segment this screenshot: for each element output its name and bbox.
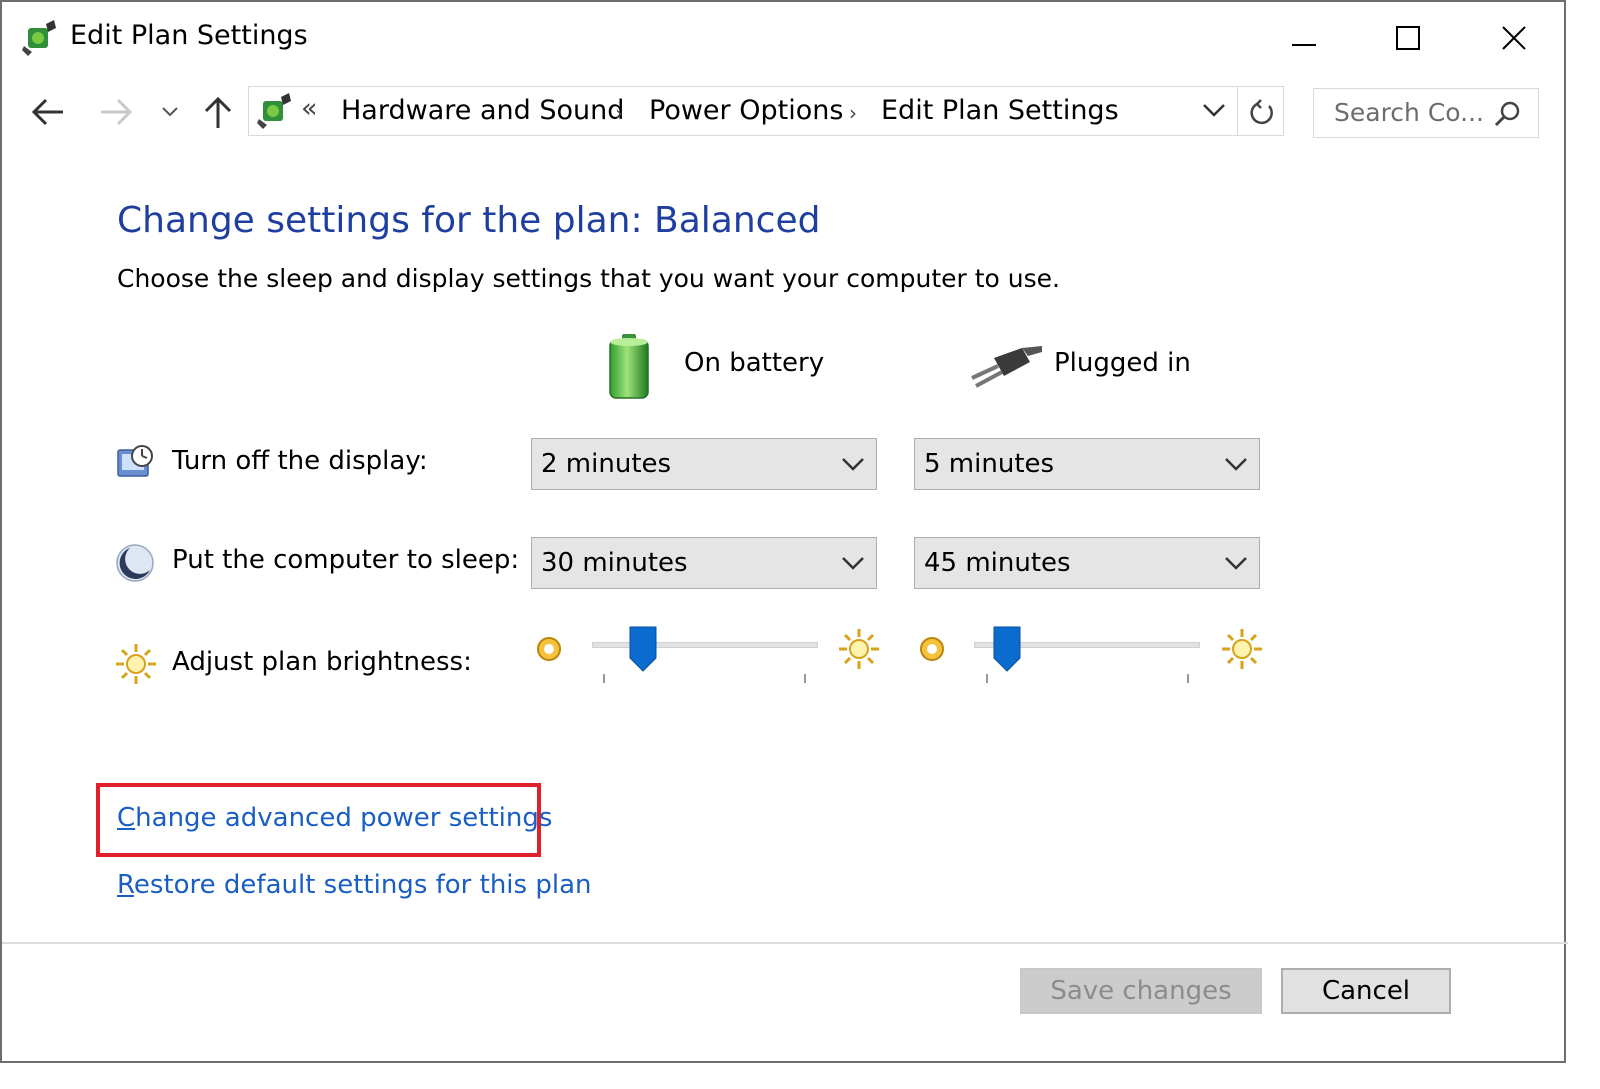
sleep-label: Put the computer to sleep: — [172, 545, 520, 575]
sleep-battery-select[interactable]: 30 minutes — [531, 537, 877, 589]
turn-off-display-label: Turn off the display: — [172, 446, 428, 476]
recent-locations-button[interactable] — [152, 90, 188, 134]
slider-track[interactable] — [592, 642, 818, 648]
chevron-down-icon — [1225, 557, 1247, 570]
sleep-battery-value: 30 minutes — [541, 548, 688, 578]
battery-icon — [606, 332, 654, 406]
sleep-plugged-value: 45 minutes — [924, 548, 1071, 578]
chevron-down-icon — [1225, 458, 1247, 471]
bright-sun-icon — [838, 628, 880, 674]
address-bar[interactable]: « Hardware and Sound › Power Options › E… — [248, 86, 1284, 136]
brightness-plugged-slider[interactable] — [974, 622, 1200, 688]
close-icon — [1502, 26, 1526, 50]
minimize-icon — [1292, 44, 1316, 46]
page-description: Choose the sleep and display settings th… — [117, 264, 1060, 293]
arrow-right-icon — [101, 98, 133, 126]
maximize-icon — [1396, 26, 1420, 50]
slider-tick — [986, 674, 988, 683]
bright-sun-icon — [1221, 628, 1263, 674]
slider-thumb[interactable] — [993, 626, 1021, 676]
display-battery-value: 2 minutes — [541, 449, 672, 479]
dim-sun-icon — [917, 634, 947, 668]
dim-sun-icon — [534, 634, 564, 668]
chevron-down-icon — [842, 458, 864, 471]
search-input[interactable]: Search Co... — [1313, 88, 1539, 138]
on-battery-label: On battery — [684, 348, 825, 378]
address-dropdown-button[interactable] — [1201, 101, 1227, 123]
chevron-right-icon[interactable]: › — [615, 101, 623, 125]
plugged-in-label: Plugged in — [1054, 348, 1191, 378]
close-button[interactable] — [1484, 16, 1544, 60]
display-plugged-value: 5 minutes — [924, 449, 1055, 479]
power-plug-icon — [964, 344, 1044, 394]
sleep-plugged-select[interactable]: 45 minutes — [914, 537, 1260, 589]
footer-divider — [2, 942, 1568, 944]
link-label: Restore default settings for this plan — [117, 870, 592, 900]
up-button[interactable] — [198, 90, 238, 134]
restore-default-settings-link[interactable]: Restore default settings for this plan — [117, 870, 591, 900]
breadcrumb-power-options[interactable]: Power Options — [649, 95, 843, 126]
slider-tick — [1187, 674, 1189, 683]
chevron-down-icon — [162, 107, 178, 117]
breadcrumb-overflow[interactable]: « — [301, 93, 318, 124]
sleep-moon-icon — [114, 542, 156, 588]
breadcrumb-hardware-and-sound[interactable]: Hardware and Sound — [341, 95, 624, 126]
arrow-left-icon — [31, 98, 63, 126]
maximize-button[interactable] — [1378, 16, 1438, 60]
chevron-down-icon — [842, 557, 864, 570]
back-button[interactable] — [28, 90, 68, 134]
page-title: Change settings for the plan: Balanced — [117, 200, 821, 241]
window-title: Edit Plan Settings — [70, 20, 308, 51]
control-panel-icon — [20, 18, 60, 62]
cancel-button[interactable]: Cancel — [1281, 968, 1451, 1014]
link-label: Change advanced power settings — [117, 803, 553, 833]
display-plugged-select[interactable]: 5 minutes — [914, 438, 1260, 490]
refresh-button[interactable] — [1247, 97, 1277, 131]
minimize-button[interactable] — [1274, 16, 1334, 60]
change-advanced-power-settings-link[interactable]: Change advanced power settings — [117, 803, 552, 833]
forward-button[interactable] — [96, 90, 136, 134]
save-changes-button[interactable]: Save changes — [1020, 968, 1262, 1014]
search-icon[interactable] — [1492, 99, 1522, 133]
chevron-right-icon[interactable]: › — [849, 101, 857, 125]
slider-tick — [603, 674, 605, 683]
display-timer-icon — [116, 442, 156, 486]
brightness-label: Adjust plan brightness: — [172, 647, 472, 677]
breadcrumb-edit-plan-settings[interactable]: Edit Plan Settings — [881, 95, 1119, 126]
arrow-up-icon — [204, 96, 232, 128]
brightness-battery-slider[interactable] — [592, 622, 818, 688]
search-placeholder: Search Co... — [1334, 98, 1484, 127]
control-panel-icon — [255, 91, 295, 135]
slider-tick — [804, 674, 806, 683]
display-battery-select[interactable]: 2 minutes — [531, 438, 877, 490]
refresh-icon — [1250, 99, 1273, 125]
edit-plan-settings-window: Edit Plan Settings « Hardware and Sound — [0, 0, 1568, 1063]
address-divider — [1237, 87, 1238, 135]
brightness-sun-icon — [114, 642, 158, 690]
chevron-down-icon — [1203, 104, 1225, 117]
slider-thumb[interactable] — [629, 626, 657, 676]
